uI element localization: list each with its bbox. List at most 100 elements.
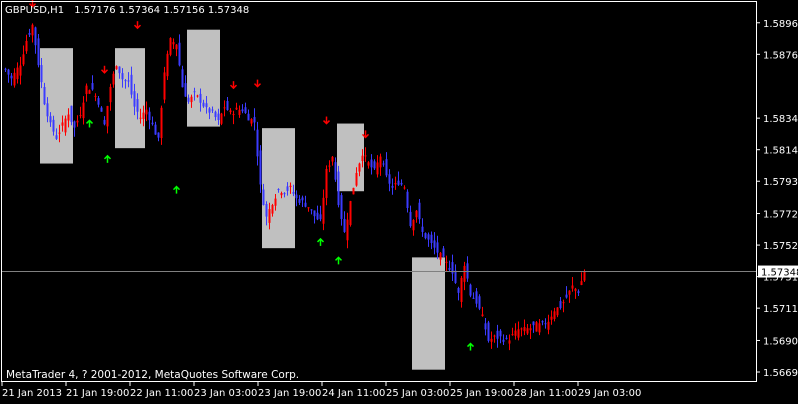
candle-body [58, 132, 61, 134]
candle-body [406, 191, 409, 209]
candlestick-chart[interactable]: 1.58965 1.58760 1.58345 1.58140 1.57935 1.577… [0, 0, 798, 400]
copyright-footer: MetaTrader 4, ? 2001-2012, MetaQuotes So… [6, 369, 299, 381]
candle-body [412, 220, 415, 231]
candle-body [28, 32, 31, 35]
price-chart[interactable]: 1.58965 1.58760 1.58345 1.58140 1.57935 1.577… [0, 0, 798, 400]
candle-body [466, 263, 469, 279]
candle-body [268, 209, 271, 223]
candle-body [163, 72, 166, 100]
candle-body [433, 240, 436, 248]
candle-body [547, 321, 550, 330]
candle-body [223, 107, 226, 109]
candle-body [469, 284, 472, 296]
candle-body [517, 329, 520, 338]
candle-body [346, 219, 349, 241]
y-tick-label: 1.58140 [763, 146, 798, 157]
candle-body [133, 91, 136, 107]
candle-body [154, 124, 157, 135]
candle-body [250, 118, 253, 124]
candle-body [511, 334, 514, 336]
candle-body [355, 172, 358, 186]
candle-body [424, 233, 427, 239]
x-tick-label: 24 Jan 11:00 [322, 388, 385, 399]
candle-body [403, 187, 406, 189]
candle-body [562, 302, 565, 304]
candle-body [394, 183, 397, 185]
candle-body [400, 182, 403, 185]
candle-body [64, 118, 67, 133]
candle-body [262, 189, 265, 205]
candle-body [328, 165, 331, 167]
current-price-label: 1.57348 [758, 265, 798, 279]
candle-body [496, 330, 499, 339]
candle-body [193, 91, 196, 93]
y-tick-label: 1.56695 [763, 368, 798, 379]
candle-body [97, 98, 100, 105]
candle-body [67, 114, 70, 121]
candle-body [472, 297, 475, 299]
candle-body [331, 156, 334, 162]
symbol-timeframe: GBPUSD,H1 [5, 5, 64, 16]
candle-body [10, 75, 13, 79]
candle-body [295, 194, 298, 199]
candle-body [292, 191, 295, 194]
candle-body [124, 80, 127, 82]
candle-body [418, 202, 421, 220]
candle-body [532, 321, 535, 326]
range-box [337, 123, 364, 192]
range-box [40, 48, 73, 164]
candle-body [520, 328, 523, 330]
candle-body [112, 73, 115, 85]
candle-body [397, 180, 400, 185]
candle-body [256, 129, 259, 157]
x-tick-label: 22 Jan 11:00 [130, 388, 193, 399]
candle-body [232, 113, 235, 116]
candle-body [361, 155, 364, 162]
candle-body [286, 186, 289, 191]
candle-body [322, 197, 325, 224]
candle-body [4, 68, 7, 70]
candle-body [217, 113, 220, 120]
candle-body [565, 294, 568, 298]
candle-body [313, 210, 316, 217]
candle-body [340, 195, 343, 219]
candle-body [199, 93, 202, 103]
candle-body [76, 120, 79, 123]
candle-body [334, 162, 337, 180]
candle-body [172, 42, 175, 45]
candle-body [310, 209, 313, 211]
x-tick-label: 28 Jan 11:00 [514, 388, 577, 399]
candle-body [127, 80, 130, 82]
candle-body [535, 322, 538, 332]
x-tick-label: 29 Jan 03:00 [578, 388, 641, 399]
candle-body [550, 316, 553, 320]
candle-body [298, 198, 301, 203]
candle-body [427, 234, 430, 240]
candle-body [349, 201, 352, 225]
candle-body [46, 103, 49, 117]
candle-body [577, 291, 580, 293]
y-tick-label: 1.57935 [763, 177, 798, 188]
candle-body [82, 102, 85, 119]
svg-text:1.57348: 1.57348 [761, 268, 798, 279]
candle-body [178, 42, 181, 66]
x-tick-label: 23 Jan 03:00 [194, 388, 257, 399]
candle-body [91, 83, 94, 90]
candle-body [247, 113, 250, 121]
candle-body [490, 338, 493, 342]
candle-body [259, 150, 262, 185]
candle-body [502, 339, 505, 342]
candle-body [7, 69, 10, 75]
candle-body [580, 281, 583, 286]
candle-body [364, 155, 367, 157]
candle-body [430, 234, 433, 243]
candle-body [184, 83, 187, 97]
candle-body [139, 117, 142, 119]
candle-body [457, 287, 460, 293]
candle-body [445, 261, 448, 264]
candle-body [169, 38, 172, 55]
candle-body [280, 193, 283, 196]
x-tick-label: 21 Jan 19:00 [66, 388, 129, 399]
candle-body [136, 99, 139, 112]
candle-body [175, 44, 178, 50]
